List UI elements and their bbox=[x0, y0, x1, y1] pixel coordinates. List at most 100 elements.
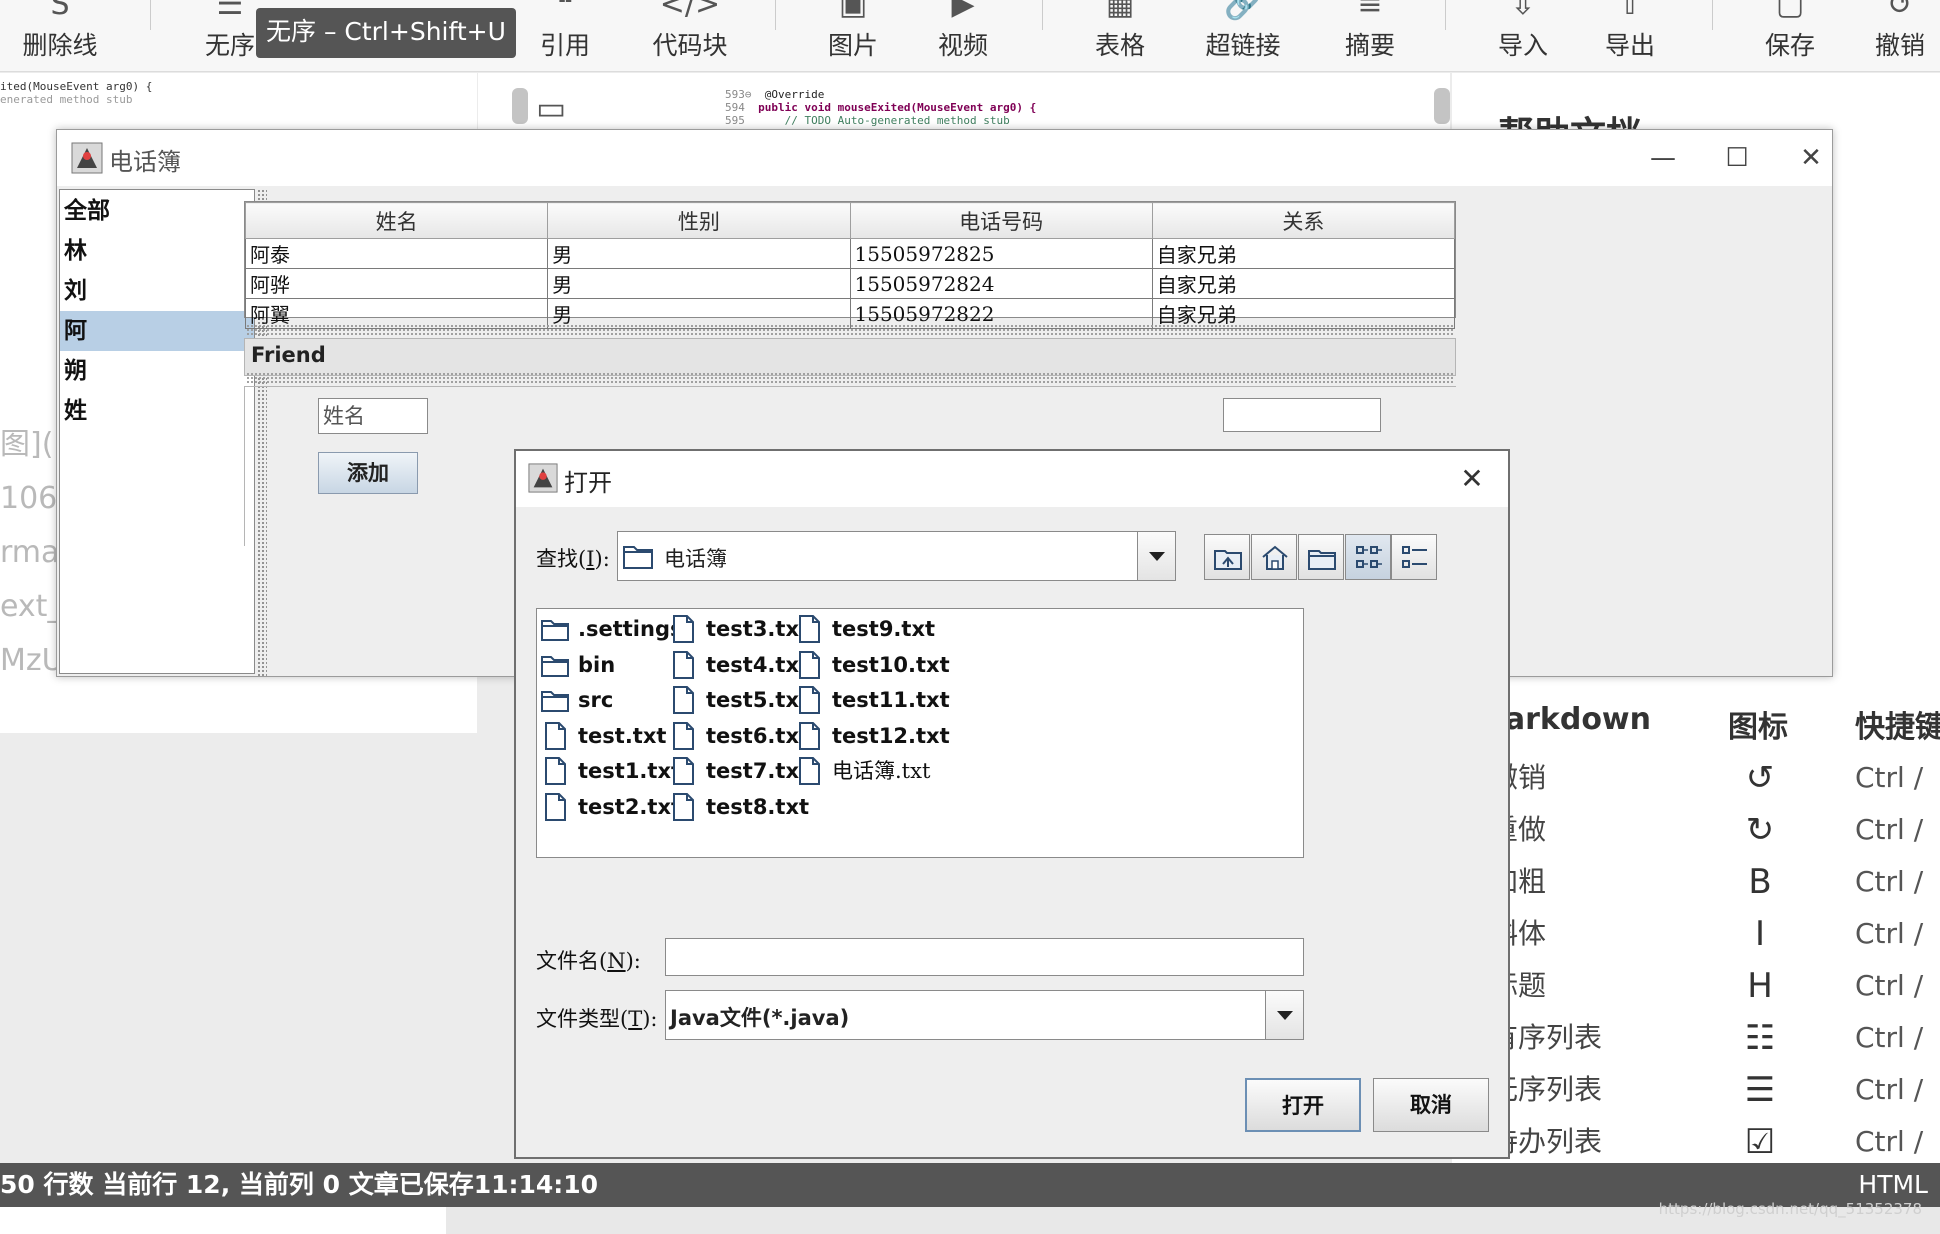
open-button[interactable]: 打开 bbox=[1245, 1078, 1361, 1132]
folder-icon bbox=[623, 546, 653, 569]
minimize-button[interactable]: — bbox=[1633, 134, 1693, 182]
file-list[interactable]: .settings bin src test.txt test1.txt test2.tx… bbox=[536, 608, 1304, 858]
file-item[interactable]: test12.txt bbox=[794, 719, 950, 753]
group-list-item[interactable]: 朔 bbox=[60, 351, 254, 391]
table-cell[interactable]: 15505972825 bbox=[849, 238, 1153, 269]
group-list-item[interactable]: 姓 bbox=[60, 391, 254, 431]
file-item[interactable]: test6.txt bbox=[668, 719, 809, 753]
tab-friend[interactable]: Friend bbox=[244, 338, 1456, 376]
column-header[interactable]: 电话号码 bbox=[849, 202, 1153, 239]
file-item[interactable]: test5.txt bbox=[668, 683, 809, 717]
column-header[interactable]: 姓名 bbox=[244, 202, 549, 239]
toolbar-button-6[interactable]: ▦ 表格 bbox=[1060, 0, 1180, 72]
close-button[interactable]: ✕ bbox=[1450, 455, 1494, 503]
code-line: enerated method stub bbox=[0, 93, 133, 106]
toolbar-button-8[interactable]: ≡ 摘要 bbox=[1310, 0, 1430, 72]
table-cell[interactable]: 男 bbox=[547, 268, 851, 299]
table-cell[interactable]: 阿骅 bbox=[244, 268, 549, 299]
phonebook-titlebar[interactable]: 电话簿 — ☐ ✕ bbox=[57, 130, 1832, 186]
group-list-item[interactable]: 林 bbox=[60, 231, 254, 271]
toolbar-label: 引用 bbox=[539, 31, 590, 60]
file-name: test8.txt bbox=[706, 794, 810, 819]
home-button[interactable] bbox=[1251, 534, 1297, 580]
table-cell[interactable]: 自家兄弟 bbox=[1151, 238, 1456, 269]
toolbar-button-10[interactable]: ⇧ 导出 bbox=[1570, 0, 1690, 72]
details-view-button[interactable] bbox=[1391, 534, 1437, 580]
look-in-select[interactable]: 电话簿 bbox=[617, 531, 1176, 581]
toolbar-button-0[interactable]: S 删除线 bbox=[0, 0, 120, 72]
column-header[interactable]: 关系 bbox=[1151, 202, 1456, 239]
chevron-down-icon[interactable] bbox=[1137, 532, 1175, 580]
toolbar-button-4[interactable]: ▣ 图片 bbox=[793, 0, 913, 72]
toolbar-button-7[interactable]: 🔗 超链接 bbox=[1183, 0, 1303, 72]
toolbar-button-2[interactable]: ❝ 引用 bbox=[505, 0, 625, 72]
column-header[interactable]: 性别 bbox=[547, 202, 851, 239]
export-icon: ⇧ bbox=[1617, 0, 1643, 22]
file-item[interactable]: 电话簿.txt bbox=[794, 754, 930, 788]
group-list-item[interactable]: 全部 bbox=[60, 191, 254, 231]
new-folder-button[interactable] bbox=[1298, 534, 1344, 580]
help-row-shortcut: Ctrl / bbox=[1855, 813, 1924, 846]
file-item[interactable]: test2.txt bbox=[540, 790, 681, 824]
details-view-icon bbox=[1402, 546, 1427, 568]
java-app-icon bbox=[528, 463, 558, 493]
open-file-dialog: 打开 ✕ 查找(I): 电话簿 .settings bin src test.txt t… bbox=[514, 449, 1510, 1159]
folder-item[interactable]: .settings bbox=[540, 612, 682, 646]
contacts-table: 姓名 性别 电话号码 关系 阿泰男 15505972825 自家兄弟 阿骅男 15505972… bbox=[244, 201, 1456, 329]
table-cell[interactable]: 15505972824 bbox=[849, 268, 1153, 299]
table-cell[interactable]: 男 bbox=[547, 238, 851, 269]
filetype-label: 文件类型(T): bbox=[536, 1007, 658, 1031]
file-item[interactable]: test3.txt bbox=[668, 612, 809, 646]
name-field[interactable]: 姓名 bbox=[318, 398, 428, 434]
look-in-value: 电话簿 bbox=[664, 547, 727, 571]
file-icon bbox=[673, 792, 694, 821]
close-button[interactable]: ✕ bbox=[1781, 134, 1841, 182]
file-icon bbox=[673, 615, 694, 643]
dialog-title: 打开 bbox=[564, 469, 612, 497]
file-icon bbox=[799, 757, 820, 785]
table-header-row: 姓名 性别 电话号码 关系 bbox=[244, 202, 1456, 239]
scrollbar-thumb[interactable] bbox=[1434, 88, 1450, 124]
file-item[interactable]: test10.txt bbox=[794, 648, 950, 682]
text-fragment: MzU bbox=[0, 643, 60, 678]
file-item[interactable]: test1.txt bbox=[540, 754, 681, 788]
split-divider[interactable] bbox=[246, 372, 1454, 384]
folder-icon bbox=[541, 620, 569, 641]
toolbar-button-11[interactable]: ▢ 保存 bbox=[1730, 0, 1850, 72]
quote-icon: ❝ bbox=[556, 0, 574, 22]
folder-item[interactable]: src bbox=[540, 683, 664, 717]
group-list-item[interactable]: 阿 bbox=[60, 311, 254, 351]
toolbar-label: 表格 bbox=[1094, 31, 1145, 60]
add-button[interactable]: 添加 bbox=[318, 452, 418, 494]
maximize-button[interactable]: ☐ bbox=[1707, 134, 1767, 182]
table-cell[interactable]: 自家兄弟 bbox=[1151, 268, 1456, 299]
list-view-button[interactable] bbox=[1345, 534, 1391, 580]
file-item[interactable]: test11.txt bbox=[794, 683, 950, 717]
file-icon bbox=[673, 686, 694, 714]
toolbar-button-3[interactable]: </> 代码块 bbox=[630, 0, 750, 72]
table-cell[interactable]: 阿泰 bbox=[244, 238, 549, 269]
folder-item[interactable]: bin bbox=[540, 648, 664, 682]
toolbar-button-12[interactable]: ↺ 撤销 bbox=[1840, 0, 1940, 72]
group-list-item[interactable]: 刘 bbox=[60, 271, 254, 311]
scrollbar-thumb[interactable] bbox=[512, 88, 528, 124]
file-item[interactable]: test9.txt bbox=[794, 612, 935, 646]
file-item[interactable]: test4.txt bbox=[668, 648, 809, 682]
split-divider[interactable] bbox=[246, 324, 1454, 336]
cancel-button[interactable]: 取消 bbox=[1373, 1078, 1489, 1132]
chevron-down-icon[interactable] bbox=[1265, 991, 1303, 1039]
phone-field[interactable] bbox=[1223, 398, 1381, 432]
dialog-titlebar[interactable]: 打开 ✕ bbox=[516, 451, 1508, 507]
filename-input[interactable] bbox=[665, 938, 1304, 976]
filetype-select[interactable]: Java文件(*.java) bbox=[665, 990, 1304, 1040]
table-icon: ▦ bbox=[1105, 0, 1135, 22]
toolbar-button-9[interactable]: ⇩ 导入 bbox=[1463, 0, 1583, 72]
toolbar-button-5[interactable]: ▶ 视频 bbox=[903, 0, 1023, 72]
file-item[interactable]: test.txt bbox=[540, 719, 666, 753]
table-row[interactable]: 阿骅男 15505972824 自家兄弟 bbox=[244, 268, 1456, 299]
file-item[interactable]: test7.txt bbox=[668, 754, 809, 788]
table-row[interactable]: 阿泰男 15505972825 自家兄弟 bbox=[244, 238, 1456, 269]
bold-icon: B bbox=[1748, 862, 1772, 902]
up-one-level-button[interactable] bbox=[1204, 534, 1250, 580]
file-item[interactable]: test8.txt bbox=[668, 790, 809, 824]
